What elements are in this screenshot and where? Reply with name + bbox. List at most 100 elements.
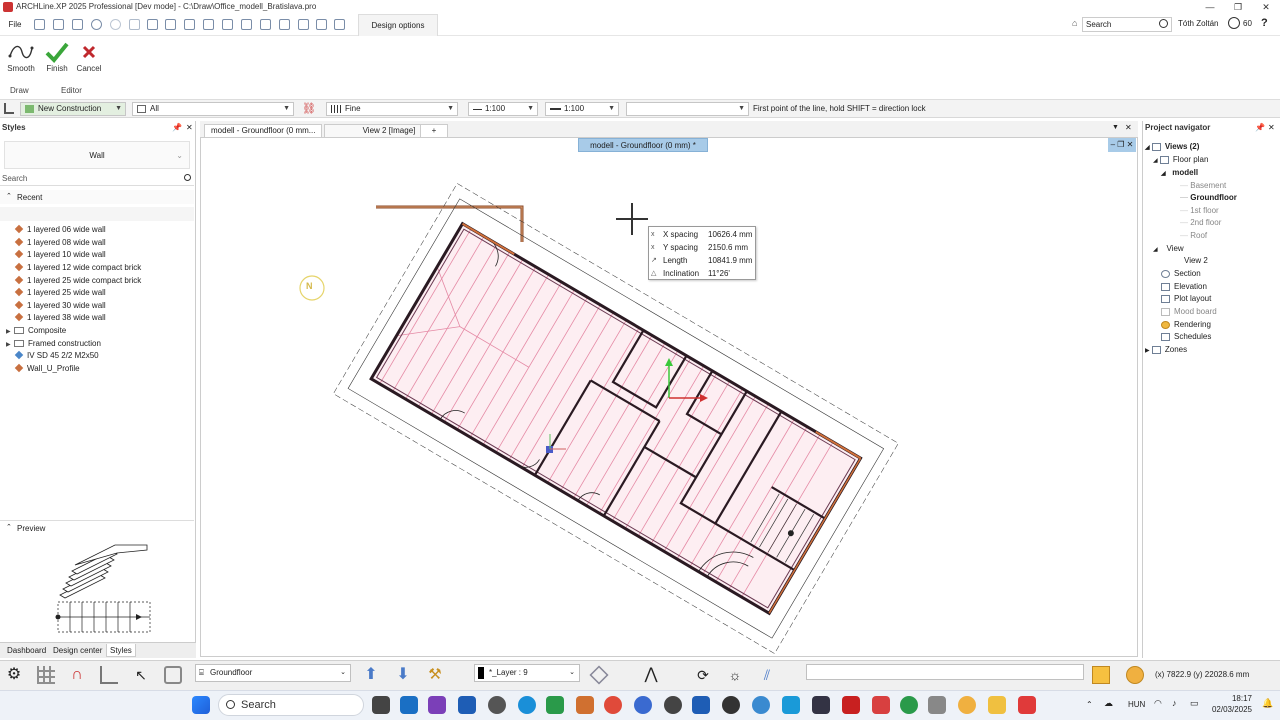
floor-dropdown[interactable]: Groundfloor ⌸ ⌄	[195, 664, 351, 682]
clock-icon[interactable]	[1228, 17, 1240, 29]
line-tool-icon[interactable]	[241, 19, 252, 30]
layer-filter-dropdown[interactable]: All ▼	[132, 102, 294, 116]
preview-section[interactable]: ⌃ Preview	[0, 520, 194, 534]
app-icon[interactable]	[692, 696, 710, 714]
list-item[interactable]: 1 layered 12 wide compact brick	[6, 262, 141, 274]
new-tab-button[interactable]: +	[420, 124, 448, 137]
app-icon[interactable]	[900, 696, 918, 714]
app-icon[interactable]	[664, 696, 682, 714]
expand-icon[interactable]: ▶	[1145, 348, 1150, 354]
app-icon[interactable]	[872, 696, 890, 714]
nav-zones[interactable]: ▶ Zones	[1145, 344, 1187, 356]
task-view-icon[interactable]	[372, 696, 390, 714]
zoom-icon[interactable]	[634, 696, 652, 714]
nav-schedules[interactable]: Schedules	[1161, 331, 1211, 343]
cloud-icon[interactable]: ☁	[1104, 698, 1113, 709]
sun-settings-icon[interactable]: ☼	[726, 666, 744, 684]
list-item[interactable]: 1 layered 06 wide wall	[6, 224, 106, 236]
nav-views[interactable]: ◢ Views (2)	[1145, 141, 1199, 153]
wall-tool-icon[interactable]	[260, 19, 271, 30]
select-cursor-icon[interactable]: ↖	[132, 666, 150, 684]
nav-modell[interactable]: ◢ modell	[1161, 167, 1198, 179]
copy-icon[interactable]	[147, 19, 158, 30]
app-22-icon[interactable]	[488, 696, 506, 714]
outlook-icon[interactable]	[400, 696, 418, 714]
collapse-icon[interactable]: ⌃	[6, 523, 12, 531]
search-icon[interactable]	[1159, 19, 1168, 28]
compass-icon[interactable]: ⋀	[642, 666, 660, 684]
volume-icon[interactable]: ♪	[1172, 698, 1177, 708]
tab-dashboard[interactable]: Dashboard	[4, 644, 49, 657]
floor-down-icon[interactable]: ⬇	[394, 666, 412, 684]
3d-box-icon[interactable]	[164, 666, 182, 684]
add-command-icon[interactable]	[334, 19, 345, 30]
list-item[interactable]: IV SD 45 2/2 M2x50	[6, 350, 99, 362]
help-icon[interactable]: ?	[1261, 17, 1268, 29]
tab-groundfloor[interactable]: modell - Groundfloor (0 mm...	[204, 124, 322, 137]
minimize-ribbon-icon[interactable]: ⌂	[1072, 18, 1077, 28]
wifi-icon[interactable]: ◠	[1154, 698, 1162, 709]
rotate-view-icon[interactable]: ⟳	[694, 666, 712, 684]
list-item[interactable]: 1 layered 25 wide wall	[6, 287, 106, 299]
render-icon[interactable]	[1092, 666, 1110, 684]
nav-basement[interactable]: — Basement	[1180, 180, 1226, 192]
paste-icon[interactable]	[165, 19, 176, 30]
tab-design-options[interactable]: Design options	[358, 14, 438, 36]
minimize-button[interactable]: —	[1196, 0, 1224, 14]
skype-icon[interactable]	[782, 696, 800, 714]
nav-elevation[interactable]: Elevation	[1161, 281, 1207, 293]
open-folder-icon[interactable]	[34, 19, 45, 30]
ortho-icon[interactable]	[100, 666, 118, 684]
construction-lines-icon[interactable]	[4, 103, 14, 114]
floor-up-icon[interactable]: ⬆	[362, 666, 380, 684]
expand-icon[interactable]: ◢	[1145, 145, 1150, 151]
nav-2nd-floor[interactable]: — 2nd floor	[1180, 217, 1221, 229]
recent-section[interactable]: ⌃ Recent	[0, 190, 194, 204]
cancel-button[interactable]: Cancel	[72, 40, 106, 80]
link-icon[interactable]: ⛓	[302, 103, 316, 115]
close-panel-icon[interactable]: ✕	[186, 123, 193, 132]
expand-icon[interactable]: ◢	[1153, 247, 1158, 253]
brush-icon[interactable]	[184, 19, 195, 30]
app-icon[interactable]	[812, 696, 830, 714]
list-item[interactable]: 1 layered 38 wide wall	[6, 312, 106, 324]
file-explorer-icon[interactable]	[988, 696, 1006, 714]
close-tab-icon[interactable]: ✕	[1125, 123, 1132, 132]
language-indicator[interactable]: HUN	[1128, 700, 1145, 709]
nav-roof[interactable]: — Roof	[1180, 230, 1207, 242]
settings-gear-icon[interactable]: ⚙	[5, 666, 23, 684]
app-icon[interactable]	[928, 696, 946, 714]
list-item[interactable]: 1 layered 25 wide compact brick	[6, 275, 141, 287]
nav-section[interactable]: Section	[1161, 268, 1201, 280]
scale-dropdown-2[interactable]: 1:100 ▼	[545, 102, 619, 116]
undo-icon[interactable]	[91, 19, 102, 30]
search-input[interactable]: Search	[1082, 17, 1172, 32]
acrobat-icon[interactable]	[842, 696, 860, 714]
list-item[interactable]: 1 layered 30 wide wall	[6, 300, 106, 312]
clock[interactable]: 18:17 02/03/2025	[1210, 693, 1252, 715]
app-24-icon[interactable]	[722, 696, 740, 714]
close-window-button[interactable]: ✕	[1252, 0, 1280, 14]
finish-button[interactable]: Finish	[40, 40, 74, 80]
taskbar-search[interactable]: Search	[218, 694, 364, 716]
expand-icon[interactable]: ▶	[6, 326, 14, 338]
list-item[interactable]: Wall_U_Profile	[6, 363, 80, 375]
collapse-icon[interactable]: ⌃	[6, 192, 12, 200]
tray-chevron-icon[interactable]: ⌃	[1086, 700, 1093, 709]
close-panel-icon[interactable]: ✕	[1268, 123, 1275, 132]
notifications-icon[interactable]: 🔔	[1262, 698, 1273, 709]
line-quality-dropdown[interactable]: Fine ▼	[326, 102, 458, 116]
tab-list-icon[interactable]: ▼	[1112, 124, 1119, 131]
print-icon[interactable]	[72, 19, 83, 30]
nav-mood-board[interactable]: Mood board	[1161, 306, 1217, 318]
construction-dropdown[interactable]: New Construction ▼	[20, 102, 126, 116]
hammer-icon[interactable]: ⚒	[426, 666, 444, 684]
cut-icon[interactable]	[129, 19, 140, 30]
layer-dropdown[interactable]: *_Layer : 9 ⌄	[474, 664, 580, 682]
nav-rendering[interactable]: Rendering	[1161, 319, 1211, 331]
command-input[interactable]	[806, 664, 1084, 680]
nav-view[interactable]: ◢ View	[1153, 243, 1184, 255]
user-name[interactable]: Tóth Zoltán	[1178, 19, 1218, 28]
folder-item[interactable]: ▶ Composite	[6, 325, 66, 337]
nav-groundfloor[interactable]: — Groundfloor	[1180, 192, 1237, 204]
